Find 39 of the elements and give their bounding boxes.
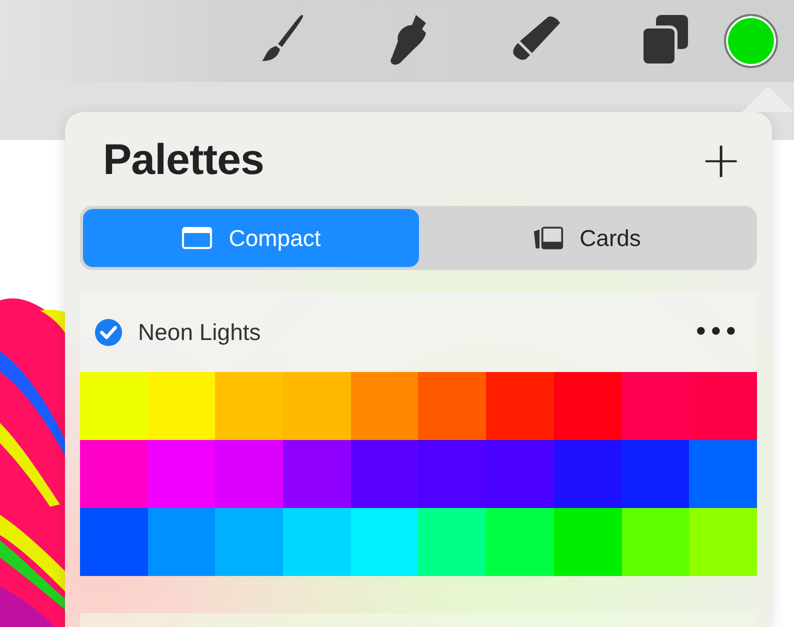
view-tab[interactable]: Cards xyxy=(418,209,754,267)
color-swatch[interactable] xyxy=(350,440,418,508)
color-swatch[interactable] xyxy=(689,440,757,508)
color-swatch[interactable] xyxy=(215,440,284,508)
color-swatch[interactable] xyxy=(283,508,351,576)
color-swatch[interactable] xyxy=(148,508,216,576)
card-icon xyxy=(180,225,213,251)
color-button[interactable] xyxy=(724,14,778,68)
add-button[interactable]: + xyxy=(700,135,742,185)
color-swatch[interactable] xyxy=(350,372,418,440)
panel-title: Palettes xyxy=(103,136,264,184)
color-swatch[interactable] xyxy=(622,440,690,508)
color-swatch[interactable] xyxy=(418,508,486,576)
color-swatch[interactable] xyxy=(418,372,486,440)
color-swatch[interactable] xyxy=(622,508,690,576)
color-swatch[interactable] xyxy=(622,372,690,440)
color-swatch[interactable] xyxy=(80,372,148,440)
color-swatch[interactable] xyxy=(554,440,622,508)
color-swatch[interactable] xyxy=(554,508,622,576)
cards-icon xyxy=(532,225,564,251)
color-swatch[interactable] xyxy=(215,508,284,576)
color-swatch[interactable] xyxy=(554,372,622,440)
color-swatch[interactable] xyxy=(80,440,148,508)
color-swatch[interactable] xyxy=(689,372,757,440)
more-button[interactable]: ••• xyxy=(694,320,739,344)
check-icon[interactable] xyxy=(94,318,123,346)
color-swatch[interactable] xyxy=(486,440,554,508)
palette-name: Neon Lights xyxy=(138,318,262,346)
color-swatch[interactable] xyxy=(689,508,757,576)
color-swatch[interactable] xyxy=(148,372,216,440)
color-swatch[interactable] xyxy=(350,508,418,576)
color-swatch[interactable] xyxy=(148,440,216,508)
color-swatch[interactable] xyxy=(283,440,351,508)
color-swatch[interactable] xyxy=(418,440,486,508)
color-swatch[interactable] xyxy=(486,508,554,576)
color-swatch[interactable] xyxy=(283,372,351,440)
color-swatch[interactable] xyxy=(80,508,148,576)
color-swatch[interactable] xyxy=(215,372,284,440)
color-swatch[interactable] xyxy=(486,372,554,440)
